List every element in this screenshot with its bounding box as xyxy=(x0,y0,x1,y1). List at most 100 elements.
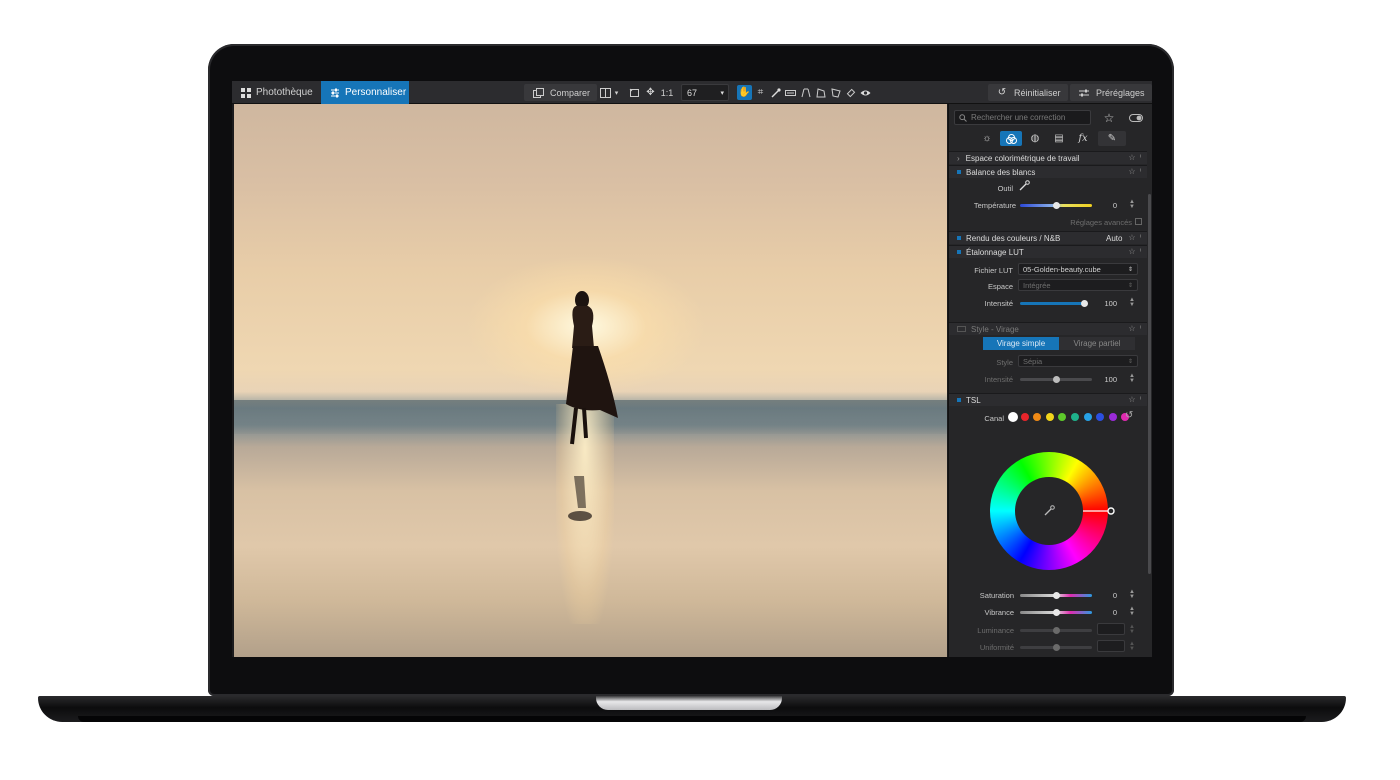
hue-wheel[interactable] xyxy=(989,449,1119,579)
section-enabled-marker[interactable] xyxy=(957,398,961,402)
stepper-icon[interactable]: ▲ ▼ xyxy=(1129,199,1135,210)
luminance-slider[interactable] xyxy=(1020,627,1092,634)
slider-knob[interactable] xyxy=(1053,609,1060,616)
slider-knob[interactable] xyxy=(1053,627,1060,634)
slider-knob[interactable] xyxy=(1081,300,1088,307)
channel-dot[interactable] xyxy=(1071,413,1079,421)
section-color-rendering[interactable]: Rendu des couleurs / N&B Auto ☆ ⁱ xyxy=(949,231,1147,244)
channel-dot[interactable] xyxy=(1008,412,1018,422)
photo-canvas[interactable] xyxy=(234,104,947,657)
saturation-slider[interactable] xyxy=(1020,592,1092,599)
uniformity-slider[interactable] xyxy=(1020,644,1092,651)
section-colorspace[interactable]: › Espace colorimétrique de travail ☆ ⁱ xyxy=(949,151,1147,164)
stepper-icon[interactable]: ▲ ▼ xyxy=(1129,606,1135,617)
lut-space-select[interactable]: Intégrée ⇕ xyxy=(1018,279,1138,291)
brush-tab-icon[interactable]: ✎ xyxy=(1098,131,1126,146)
lut-file-select[interactable]: 05-Golden-beauty.cube ⇕ xyxy=(1018,263,1138,275)
uniformity-value-field[interactable] xyxy=(1097,640,1125,652)
detail-tab-icon[interactable]: ◍ xyxy=(1024,131,1046,146)
channel-dot[interactable] xyxy=(1083,413,1092,421)
section-disabled-marker[interactable] xyxy=(957,326,966,332)
segment-virage-simple[interactable]: Virage simple xyxy=(983,337,1059,350)
eye-icon[interactable] xyxy=(858,85,873,100)
star-icon[interactable]: ☆ xyxy=(1128,247,1135,256)
slider-knob[interactable] xyxy=(1053,644,1060,651)
reset-button[interactable]: ↺ Réinitialiser xyxy=(988,84,1068,101)
horizon-icon[interactable] xyxy=(783,85,798,100)
temperature-slider[interactable] xyxy=(1020,202,1092,209)
color-tab-icon[interactable] xyxy=(1000,131,1022,146)
slider-knob[interactable] xyxy=(1053,202,1060,209)
compare-button[interactable]: Comparer xyxy=(524,84,598,101)
presets-button[interactable]: Préréglages xyxy=(1070,84,1152,101)
section-white-balance[interactable]: Balance des blancs ☆ ⁱ xyxy=(949,165,1147,178)
section-tsl[interactable]: TSL ☆ ⁱ xyxy=(949,393,1147,406)
vibrance-slider[interactable] xyxy=(1020,609,1092,616)
star-icon[interactable]: ☆ xyxy=(1128,395,1135,404)
perspective-vertical-icon[interactable] xyxy=(798,85,813,100)
info-icon[interactable]: ⁱ xyxy=(1140,324,1141,333)
tab-personnaliser[interactable]: Personnaliser xyxy=(321,81,409,104)
star-icon[interactable]: ☆ xyxy=(1128,324,1135,333)
vibrance-value[interactable]: 0 xyxy=(1093,608,1117,617)
section-lut[interactable]: Étalonnage LUT ☆ ⁱ xyxy=(949,245,1147,258)
repair-tool-icon[interactable] xyxy=(843,85,858,100)
star-icon[interactable]: ☆ xyxy=(1128,233,1135,242)
crop-tool-icon[interactable]: ⌗ xyxy=(753,85,768,100)
fx-tab-icon[interactable]: fx xyxy=(1072,131,1094,146)
info-icon[interactable]: ⁱ xyxy=(1140,233,1141,242)
star-icon[interactable]: ☆ xyxy=(1098,110,1120,125)
crop-view-icon[interactable] xyxy=(627,85,642,100)
eyedropper-icon[interactable] xyxy=(768,85,783,100)
stepper-icon[interactable]: ▲ ▼ xyxy=(1129,589,1135,600)
channel-dot[interactable] xyxy=(1058,413,1067,421)
channel-dot[interactable] xyxy=(1045,413,1054,421)
perspective-rect-icon[interactable] xyxy=(813,85,828,100)
eyedropper-icon[interactable] xyxy=(1019,180,1030,193)
info-icon[interactable]: ⁱ xyxy=(1140,247,1141,256)
channel-dot[interactable] xyxy=(1108,413,1117,421)
channel-dot[interactable] xyxy=(1033,413,1042,421)
split-view-icon[interactable] xyxy=(598,85,613,100)
reset-channel-icon[interactable]: ↺ xyxy=(1125,410,1133,421)
star-icon[interactable]: ☆ xyxy=(1128,167,1135,176)
zoom-select[interactable]: 67 ▾ xyxy=(681,84,729,101)
saturation-value[interactable]: 0 xyxy=(1093,591,1117,600)
stepper-icon[interactable]: ▲ ▼ xyxy=(1129,641,1135,652)
segment-virage-partiel[interactable]: Virage partiel xyxy=(1059,337,1135,350)
section-enabled-marker[interactable] xyxy=(957,250,961,254)
stepper-icon[interactable]: ▲ ▼ xyxy=(1129,297,1135,308)
toggle-icon[interactable] xyxy=(1125,110,1147,125)
section-enabled-marker[interactable] xyxy=(957,170,961,174)
stepper-icon[interactable]: ▲ ▼ xyxy=(1129,624,1135,635)
star-icon[interactable]: ☆ xyxy=(1128,153,1135,162)
perspective-8-icon[interactable] xyxy=(828,85,843,100)
slider-knob[interactable] xyxy=(1053,376,1060,383)
geometry-tab-icon[interactable]: ▤ xyxy=(1048,131,1070,146)
tab-phototheque[interactable]: Photothèque xyxy=(232,81,320,104)
section-style-toning[interactable]: Style - Virage ☆ ⁱ xyxy=(949,322,1147,335)
style-select[interactable]: Sépia ⇕ xyxy=(1018,355,1138,367)
chevron-down-icon[interactable]: ▾ xyxy=(612,85,621,100)
info-icon[interactable]: ⁱ xyxy=(1140,153,1141,162)
move-icon[interactable]: ✥ xyxy=(643,85,658,100)
lut-intensity-value[interactable]: 100 xyxy=(1093,299,1117,308)
temperature-value[interactable]: 0 xyxy=(1093,201,1117,210)
channel-selector[interactable] xyxy=(1008,412,1130,423)
info-icon[interactable]: ⁱ xyxy=(1140,395,1141,404)
style-intensity-value[interactable]: 100 xyxy=(1093,375,1117,384)
lut-intensity-slider[interactable] xyxy=(1020,300,1088,307)
search-input[interactable]: Rechercher une correction xyxy=(954,110,1091,125)
channel-dot[interactable] xyxy=(1096,413,1105,421)
luminance-value-field[interactable] xyxy=(1097,623,1125,635)
stepper-icon[interactable]: ▲ ▼ xyxy=(1129,373,1135,384)
section-enabled-marker[interactable] xyxy=(957,236,961,240)
hand-tool-icon[interactable]: ✋ xyxy=(737,85,752,100)
slider-knob[interactable] xyxy=(1053,592,1060,599)
zoom-fit-button[interactable]: 1:1 xyxy=(659,85,675,100)
style-intensity-slider[interactable] xyxy=(1020,376,1092,383)
info-icon[interactable]: ⁱ xyxy=(1140,167,1141,176)
light-tab-icon[interactable]: ☼ xyxy=(976,131,998,146)
channel-dot[interactable] xyxy=(1020,413,1029,421)
panel-scrollbar[interactable] xyxy=(1148,194,1151,574)
